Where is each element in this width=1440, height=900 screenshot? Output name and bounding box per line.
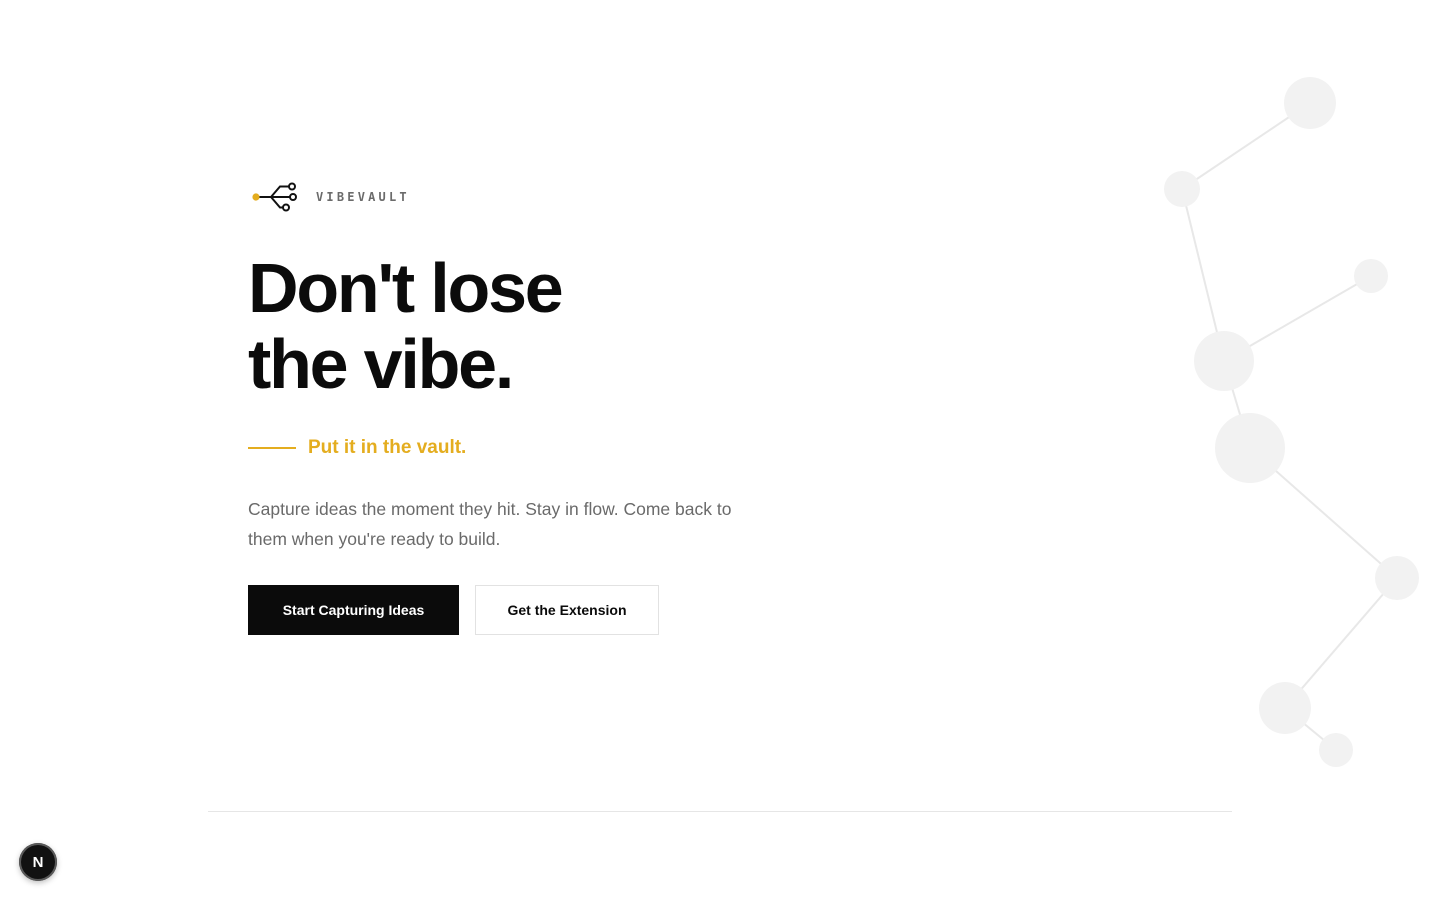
brand-name: VIBEVAULT (316, 190, 410, 204)
network-node (1164, 171, 1200, 207)
get-extension-button[interactable]: Get the Extension (475, 585, 659, 635)
decorative-node-network (1164, 77, 1419, 767)
brand: VIBEVAULT (250, 181, 410, 213)
hero-headline-line-1: Don't lose (248, 249, 564, 327)
landing-page: VIBEVAULT Don't lose the vibe. Put it in… (0, 0, 1440, 900)
dev-indicator-label: N (32, 853, 44, 871)
branching-nodes-icon (252, 182, 297, 212)
network-node (1194, 331, 1254, 391)
tagline-text: Put it in the vault. (308, 437, 467, 458)
hero-headline: Don't lose the vibe. (248, 249, 564, 403)
network-node (1215, 413, 1285, 483)
section-divider (208, 811, 1232, 812)
tagline-rule (248, 447, 296, 449)
cta-row: Start Capturing Ideas Get the Extension (248, 585, 659, 635)
dev-indicator-button[interactable]: N (19, 843, 57, 881)
network-node (1354, 259, 1388, 293)
network-node (1259, 682, 1311, 734)
hero-headline-line-2: the vibe. (248, 325, 514, 403)
network-node (1375, 556, 1419, 600)
network-node (1319, 733, 1353, 767)
hero-tagline: Put it in the vault. (248, 437, 466, 459)
hero-description: Capture ideas the moment they hit. Stay … (248, 499, 732, 549)
start-capturing-button[interactable]: Start Capturing Ideas (248, 585, 459, 635)
network-node (1284, 77, 1336, 129)
